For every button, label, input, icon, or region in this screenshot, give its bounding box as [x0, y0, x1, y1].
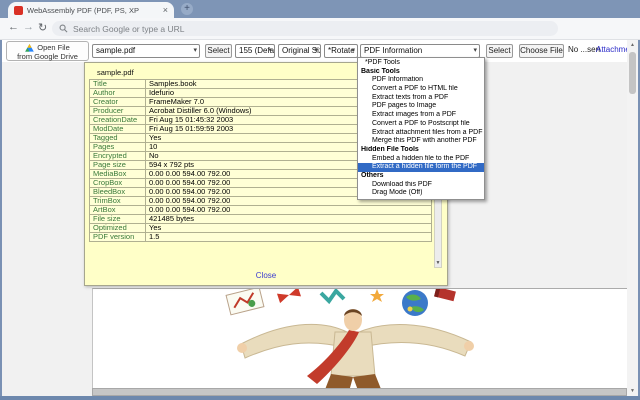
browser-navbar: ← → ↻ Search Google or type a URL a: [0, 18, 640, 40]
menu-item[interactable]: *PDF Tools: [358, 59, 484, 68]
chevron-down-icon: ▾: [314, 45, 318, 57]
info-key: Page size: [90, 161, 146, 170]
zoom-select[interactable]: 155 (Defa ▾: [235, 44, 275, 58]
tab-close-icon[interactable]: ×: [163, 6, 168, 15]
menu-item[interactable]: Convert a PDF to HTML file: [358, 85, 484, 94]
window-border-bottom: [0, 396, 640, 400]
info-value: 1.5: [146, 233, 432, 242]
tools-select-value: PDF Information: [364, 46, 422, 55]
file-select-value: sample.pdf: [96, 46, 135, 55]
menu-item[interactable]: PDF pages to Image: [358, 102, 484, 111]
info-key: Optimized: [90, 224, 146, 233]
info-key: BleedBox: [90, 188, 146, 197]
dialog-title: sample.pdf: [97, 68, 134, 77]
scroll-up-icon[interactable]: ▲: [627, 42, 638, 48]
pdf-page-illustration: [93, 289, 627, 388]
scroll-down-icon[interactable]: ▼: [627, 388, 638, 394]
info-key: Author: [90, 89, 146, 98]
chevron-down-icon: ▾: [351, 45, 355, 57]
scrollbar-thumb[interactable]: [629, 52, 636, 94]
chevron-down-icon: ▾: [473, 45, 477, 57]
open-drive-label-2: from Google Drive: [7, 52, 88, 61]
new-tab-button[interactable]: +: [181, 3, 193, 15]
info-key: Encrypted: [90, 152, 146, 161]
chevron-down-icon: ▾: [268, 45, 272, 57]
menu-item[interactable]: Extract texts from a PDF: [358, 94, 484, 103]
info-key: CreationDate: [90, 116, 146, 125]
google-drive-icon: [25, 44, 34, 52]
chevron-down-icon: ▾: [193, 45, 197, 57]
pdf-favicon-icon: [14, 6, 23, 15]
choose-file-button[interactable]: Choose File: [519, 44, 564, 58]
info-key: MediaBox: [90, 170, 146, 179]
scroll-down-icon[interactable]: ▼: [435, 260, 441, 266]
horizontal-scrollbar[interactable]: [92, 388, 627, 396]
info-key: Title: [90, 80, 146, 89]
info-key: Tagged: [90, 134, 146, 143]
page-vertical-scrollbar[interactable]: ▲ ▼: [627, 40, 638, 396]
refresh-icon[interactable]: ↻: [38, 21, 47, 34]
pdf-page: [92, 288, 627, 388]
omnibox[interactable]: Search Google or type a URL: [52, 21, 558, 36]
table-row: File size 421485 bytes: [90, 215, 432, 224]
menu-item[interactable]: Convert a PDF to Postscript file: [358, 120, 484, 129]
select-button-1[interactable]: Select: [205, 44, 232, 58]
rotate-select[interactable]: *Rotate ▾: [324, 44, 358, 58]
menu-item[interactable]: Basic Tools: [358, 68, 484, 77]
info-key: PDF version: [90, 233, 146, 242]
info-key: Pages: [90, 143, 146, 152]
search-icon: [59, 24, 68, 33]
dialog-close-link[interactable]: Close: [85, 271, 447, 280]
info-key: File size: [90, 215, 146, 224]
select-button-2[interactable]: Select: [486, 44, 513, 58]
info-value: 0.00 0.00 594.00 792.00: [146, 206, 432, 215]
window-titlebar: WebAssembly PDF (PDF, PS, XP × +: [0, 0, 640, 18]
info-key: ModDate: [90, 125, 146, 134]
info-key: CropBox: [90, 179, 146, 188]
browser-tab[interactable]: WebAssembly PDF (PDF, PS, XP ×: [8, 2, 174, 18]
file-select[interactable]: sample.pdf ▾: [92, 44, 200, 58]
tools-select[interactable]: PDF Information ▾: [360, 44, 480, 58]
table-row: Optimized Yes: [90, 224, 432, 233]
menu-item[interactable]: Extract attachment files from a PDF: [358, 129, 484, 138]
info-key: ArtBox: [90, 206, 146, 215]
menu-item[interactable]: PDF Information: [358, 76, 484, 85]
info-value: 421485 bytes: [146, 215, 432, 224]
table-row: PDF version 1.5: [90, 233, 432, 242]
menu-item[interactable]: Merge this PDF with another PDF: [358, 137, 484, 146]
table-row: ArtBox 0.00 0.00 594.00 792.00: [90, 206, 432, 215]
info-key: Producer: [90, 107, 146, 116]
tab-title: WebAssembly PDF (PDF, PS, XP: [27, 6, 159, 15]
omnibox-placeholder: Search Google or type a URL: [73, 24, 185, 34]
info-key: Creator: [90, 98, 146, 107]
forward-icon[interactable]: →: [23, 21, 34, 33]
menu-item[interactable]: Download this PDF: [358, 181, 484, 190]
info-key: TrimBox: [90, 197, 146, 206]
tools-dropdown-menu: *PDF Tools Basic Tools PDF Information C…: [357, 57, 485, 200]
menu-item[interactable]: Others: [358, 172, 484, 181]
info-value: Yes: [146, 224, 432, 233]
size-select[interactable]: Original Siz ▾: [278, 44, 321, 58]
menu-item[interactable]: Extract images from a PDF: [358, 111, 484, 120]
menu-item[interactable]: Hidden File Tools: [358, 146, 484, 155]
open-drive-button[interactable]: Open File from Google Drive: [6, 41, 89, 61]
menu-item[interactable]: Extract a hidden file form the PDF: [358, 163, 484, 172]
open-drive-label-1: Open File: [37, 43, 70, 52]
back-icon[interactable]: ←: [8, 21, 19, 33]
menu-item[interactable]: Embed a hidden file to the PDF: [358, 155, 484, 164]
menu-item[interactable]: Drag Mode (Off): [358, 189, 484, 198]
